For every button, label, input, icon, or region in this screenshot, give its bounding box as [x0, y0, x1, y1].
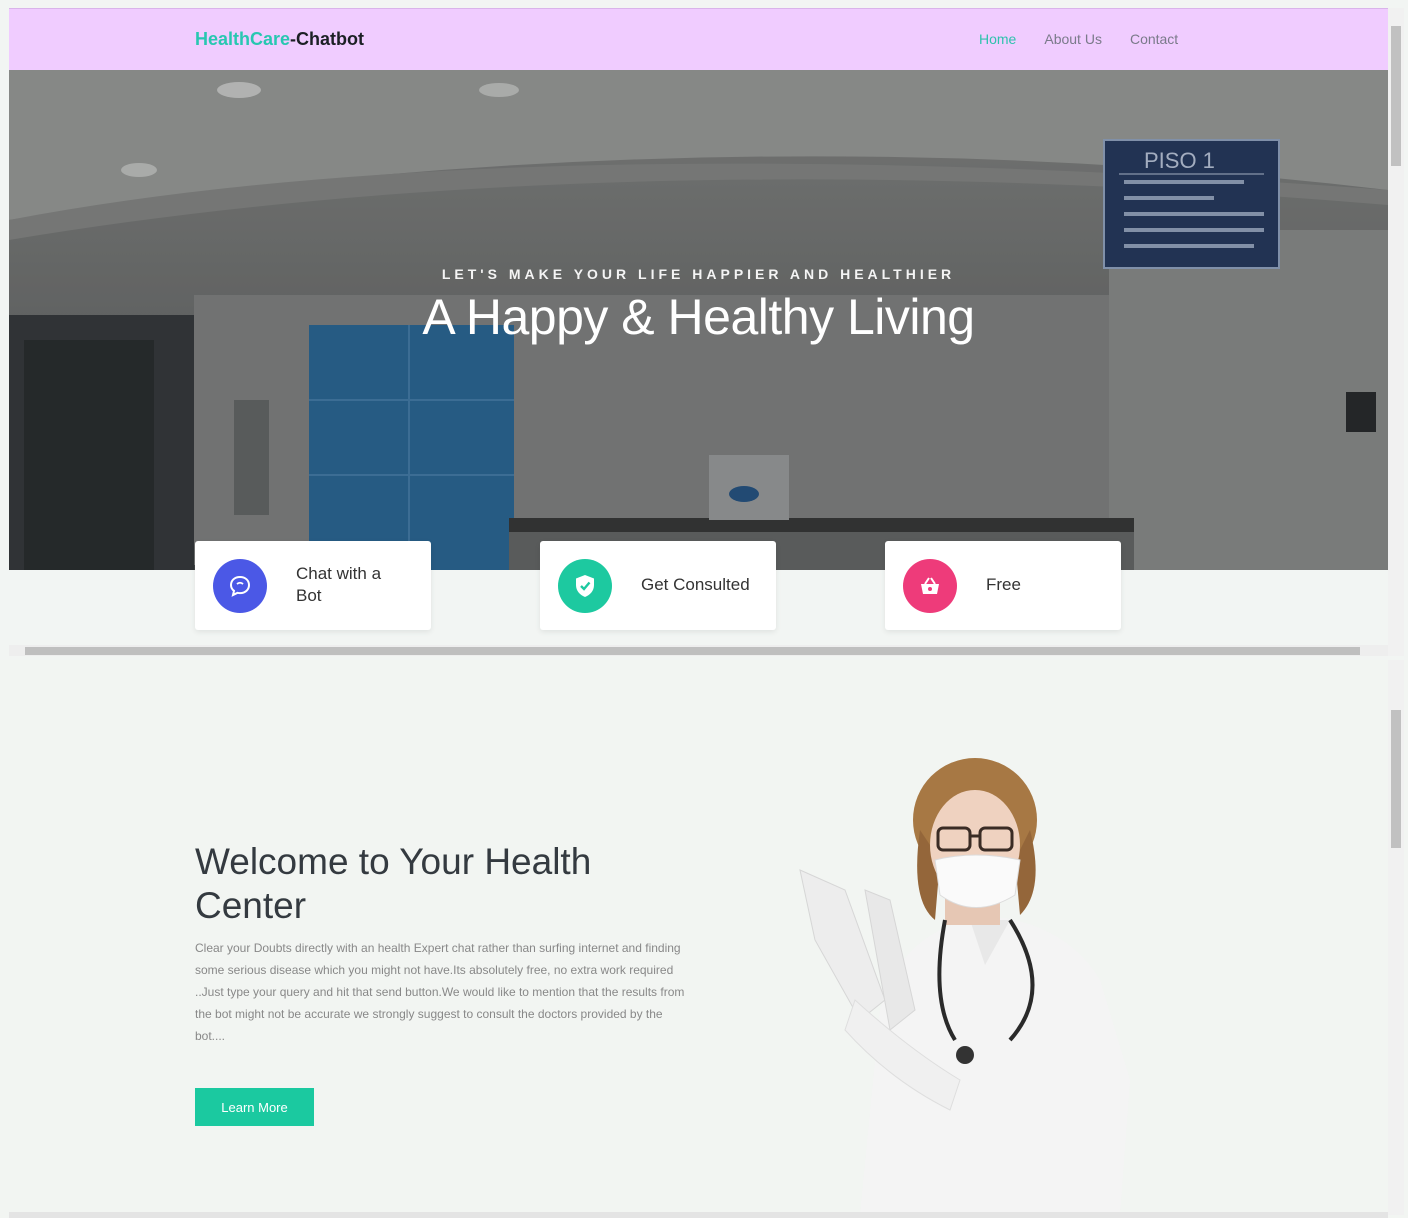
vertical-scrollbar-thumb[interactable]: [1391, 26, 1401, 166]
feature-card-free[interactable]: Free: [885, 541, 1121, 630]
welcome-description: Clear your Doubts directly with an healt…: [195, 941, 685, 1043]
brand-logo[interactable]: HealthCare-Chatbot: [195, 29, 364, 50]
feature-card-consulted[interactable]: Get Consulted: [540, 541, 776, 630]
nav-link-home[interactable]: Home: [979, 31, 1016, 47]
vertical-scrollbar-lower-thumb[interactable]: [1391, 710, 1401, 848]
learn-more-button[interactable]: Learn More: [195, 1088, 314, 1126]
brand-main: -Chatbot: [290, 29, 365, 49]
nav-link-about-us[interactable]: About Us: [1044, 31, 1102, 47]
chat-bubble-icon: [213, 559, 267, 613]
vertical-scrollbar-lower[interactable]: [1388, 660, 1404, 1215]
feature-label-chat: Chat with a Bot: [296, 564, 382, 605]
navbar: HealthCare-Chatbot Home About Us Contact: [9, 8, 1388, 70]
basket-icon: [903, 559, 957, 613]
horizontal-scrollbar[interactable]: [9, 645, 1388, 656]
hero-screenshot-panel: HealthCare-Chatbot Home About Us Contact: [0, 0, 1408, 660]
hero-banner: PISO 1 LET'S MAKE YOUR LIFE HAPPIER AND …: [9, 70, 1388, 570]
nav-link-contact[interactable]: Contact: [1130, 31, 1178, 47]
feature-label-free: Free: [986, 575, 1021, 594]
hero-subtitle: LET'S MAKE YOUR LIFE HAPPIER AND HEALTHI…: [441, 266, 956, 282]
brand-accent: HealthCare: [195, 29, 291, 49]
shield-check-icon: [558, 559, 612, 613]
vertical-scrollbar[interactable]: [1388, 8, 1404, 656]
feature-card-chat[interactable]: Chat with a Bot: [195, 541, 431, 630]
doctor-image: [799, 758, 1130, 1215]
bottom-scroll-strip: [9, 1212, 1388, 1218]
nav-links: Home About Us Contact: [979, 31, 1206, 47]
welcome-title: Welcome to Your Health Center: [195, 841, 592, 926]
hero-title: A Happy & Healthy Living: [422, 289, 975, 345]
horizontal-scrollbar-thumb[interactable]: [25, 647, 1360, 655]
feature-label-consulted: Get Consulted: [641, 575, 750, 594]
welcome-screenshot-panel: Welcome to Your Health Center Clear your…: [0, 660, 1408, 1218]
